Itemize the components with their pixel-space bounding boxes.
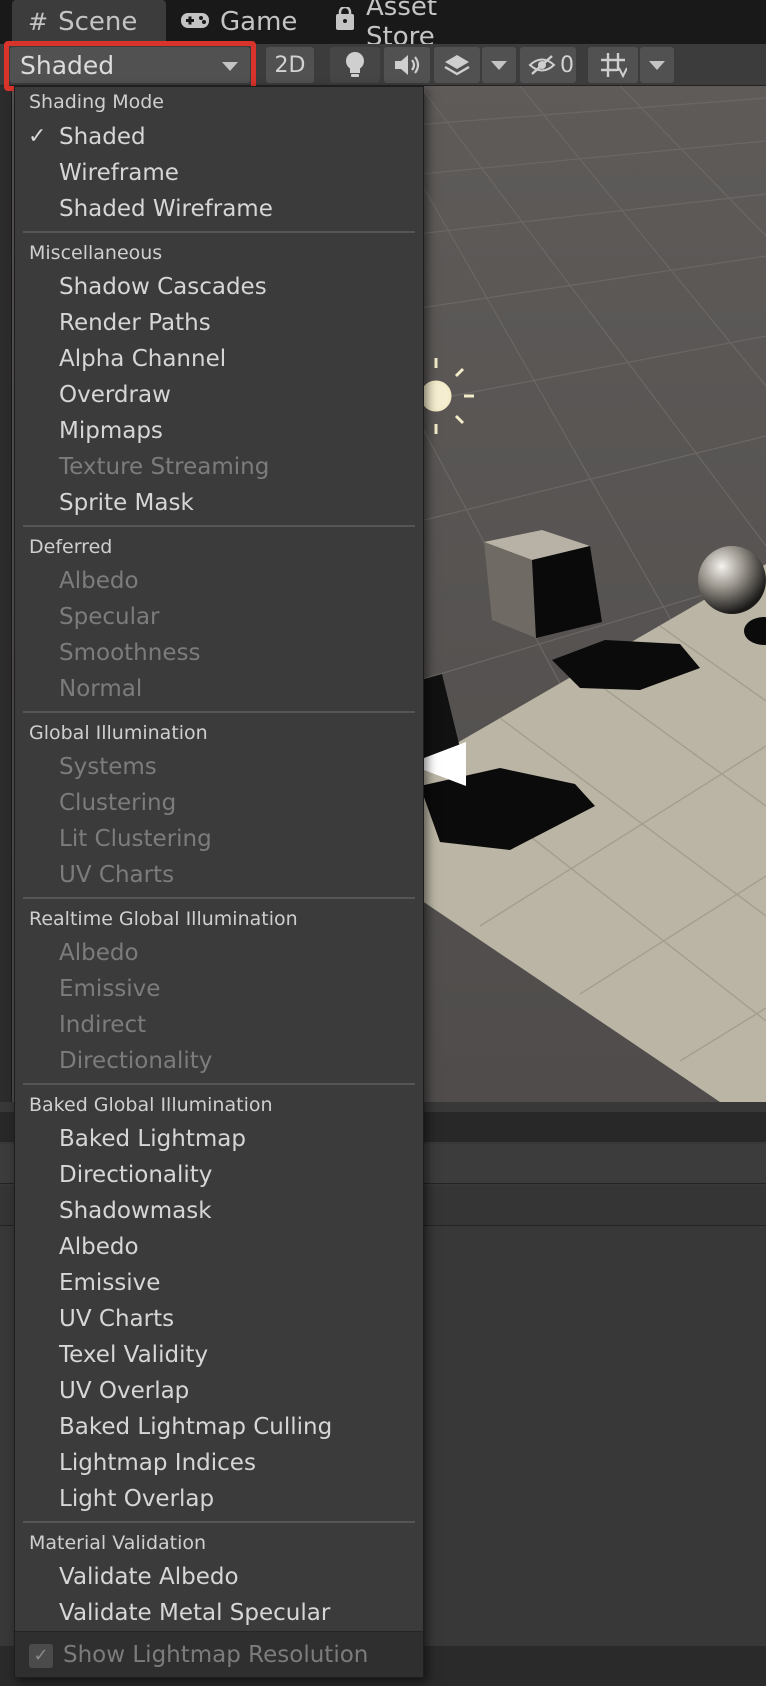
separator [23,525,415,527]
menu-item-shaded[interactable]: Shaded [59,124,146,150]
menu-item-gi-clustering: Clustering [59,790,177,816]
menu-item-deferred-albedo: Albedo [59,568,139,594]
menu-item-gi-uv-charts: UV Charts [59,862,175,888]
menu-item-rtgi-emissive: Emissive [59,976,161,1002]
section-header: Shading Mode [29,91,164,113]
speaker-icon [395,55,420,75]
section-header: Miscellaneous [29,242,163,264]
menu-item-baked-lightmap[interactable]: Baked Lightmap [59,1126,246,1152]
menu-item-texel-validity[interactable]: Texel Validity [59,1342,208,1368]
menu-item-mipmaps[interactable]: Mipmaps [59,418,163,444]
hidden-objects-toggle[interactable]: 0 [520,47,576,83]
menu-item-baked-lightmap-culling[interactable]: Baked Lightmap Culling [59,1414,332,1440]
effects-dropdown[interactable] [482,47,516,83]
tab-label: Scene [58,7,138,37]
menu-item-wireframe[interactable]: Wireframe [59,160,179,186]
grid-toggle[interactable] [588,47,638,83]
menu-item-deferred-smoothness: Smoothness [59,640,201,666]
layers-icon [444,55,470,76]
menu-item-validate-albedo[interactable]: Validate Albedo [59,1564,239,1590]
menu-item-baked-directionality[interactable]: Directionality [59,1162,212,1188]
section-header: Realtime Global Illumination [29,908,298,930]
chevron-down-icon [491,60,507,70]
chevron-down-icon [649,60,665,70]
menu-item-deferred-specular: Specular [59,604,160,630]
show-lightmap-resolution-label: Show Lightmap Resolution [63,1642,369,1668]
menu-item-alpha-channel[interactable]: Alpha Channel [59,346,226,372]
effects-toggle[interactable] [434,47,480,83]
menu-item-light-overlap[interactable]: Light Overlap [59,1486,214,1512]
separator [23,711,415,713]
menu-item-gi-lit-clustering: Lit Clustering [59,826,212,852]
separator [23,1083,415,1085]
menu-item-validate-metal-specular[interactable]: Validate Metal Specular [59,1600,330,1626]
menu-item-gi-systems: Systems [59,754,157,780]
lightbulb-icon [346,52,364,77]
menu-item-shadow-cascades[interactable]: Shadow Cascades [59,274,267,300]
show-lightmap-resolution-checkbox: ✓ [29,1644,53,1668]
eye-hidden-icon [528,55,556,75]
separator [23,231,415,233]
menu-item-rtgi-indirect: Indirect [59,1012,147,1038]
menu-item-rtgi-albedo: Albedo [59,940,139,966]
section-header: Deferred [29,536,113,558]
menu-item-shadowmask[interactable]: Shadowmask [59,1198,212,1224]
draw-mode-highlight [4,41,256,91]
hidden-count: 0 [560,52,574,78]
section-header: Material Validation [29,1532,207,1554]
draw-mode-menu: Shading Mode ✓ Shaded Wireframe Shaded W… [14,86,424,1678]
menu-item-lightmap-indices[interactable]: Lightmap Indices [59,1450,256,1476]
tab-asset-store[interactable]: Asset Store [334,0,514,52]
tab-label: Game [220,7,298,37]
tab-scene[interactable]: # Scene [12,0,166,44]
tab-game[interactable]: Game [180,0,310,44]
lighting-toggle[interactable] [330,47,380,83]
show-lightmap-resolution-row: ✓ Show Lightmap Resolution [15,1631,423,1677]
menu-item-shaded-wireframe[interactable]: Shaded Wireframe [59,196,273,222]
menu-item-overdraw[interactable]: Overdraw [59,382,171,408]
grid-icon [601,53,627,79]
menu-item-baked-albedo[interactable]: Albedo [59,1234,139,1260]
menu-item-baked-emissive[interactable]: Emissive [59,1270,160,1296]
unity-editor: # Scene Game Asset Store Shaded 2D 0 Sha… [0,0,766,1686]
menu-item-texture-streaming: Texture Streaming [59,454,270,480]
menu-item-sprite-mask[interactable]: Sprite Mask [59,490,194,516]
separator [23,1521,415,1523]
audio-toggle[interactable] [384,47,430,83]
bag-icon [334,5,356,37]
mode-2d-label: 2D [274,52,306,78]
hierarchy-edge [0,86,12,1102]
menu-item-baked-uv-charts[interactable]: UV Charts [59,1306,174,1332]
mode-2d-button[interactable]: 2D [266,47,314,83]
separator [23,897,415,899]
menu-item-deferred-normal: Normal [59,676,143,702]
gamepad-icon [180,8,210,36]
tab-bar: # Scene Game Asset Store [0,0,766,52]
section-header: Global Illumination [29,722,208,744]
section-header: Baked Global Illumination [29,1094,273,1116]
hash-icon: # [28,8,49,36]
menu-item-uv-overlap[interactable]: UV Overlap [59,1378,189,1404]
menu-item-rtgi-directionality: Directionality [59,1048,213,1074]
menu-item-render-paths[interactable]: Render Paths [59,310,211,336]
check-icon: ✓ [28,124,47,149]
grid-dropdown[interactable] [640,47,674,83]
